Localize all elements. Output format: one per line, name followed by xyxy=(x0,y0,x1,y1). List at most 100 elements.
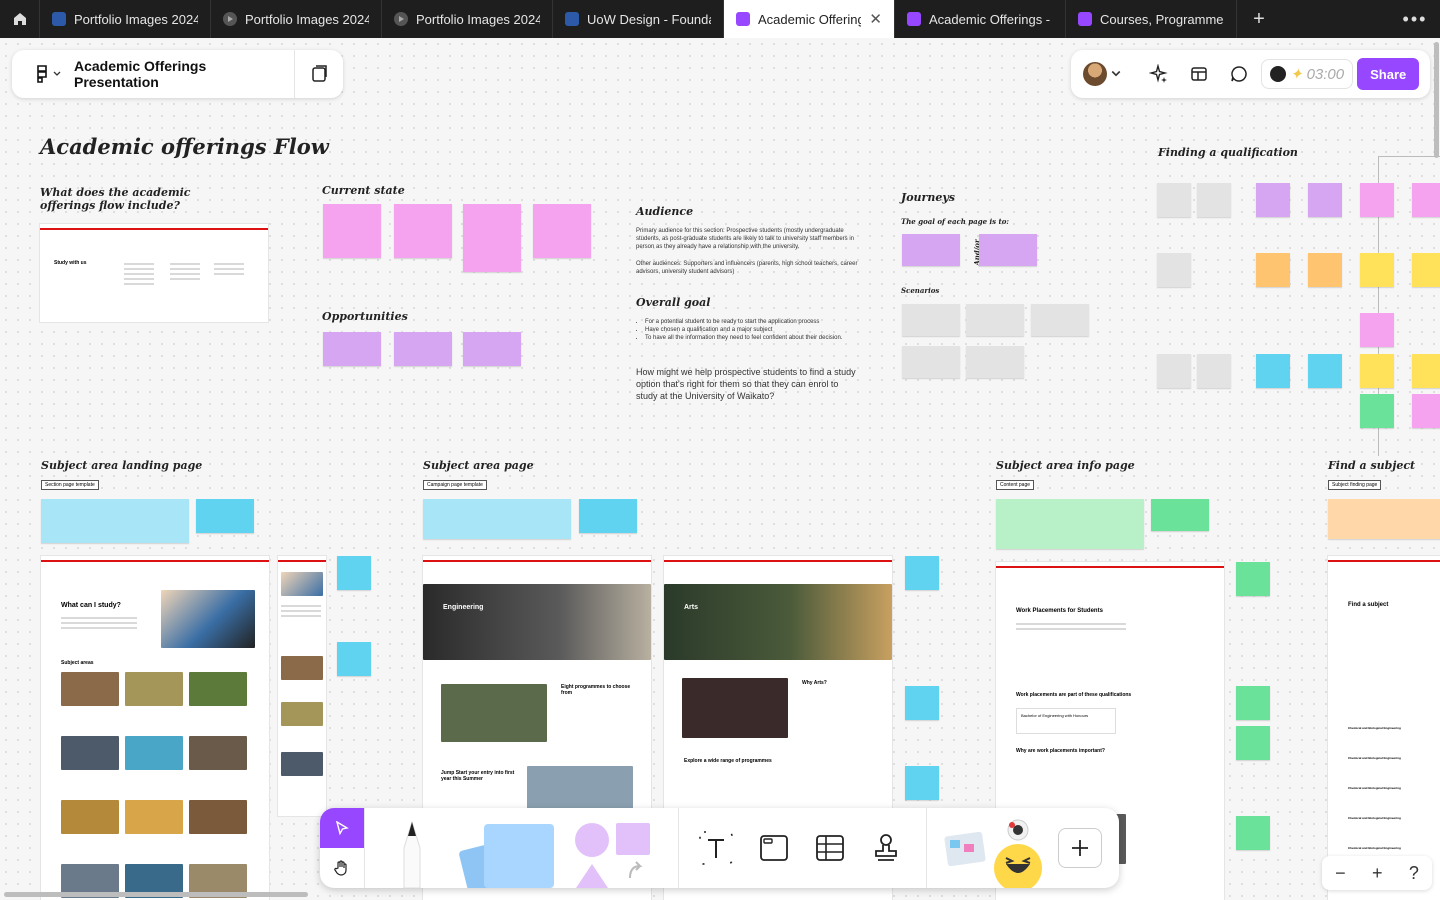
sticky-note[interactable] xyxy=(1360,313,1394,347)
sticky-note[interactable] xyxy=(337,642,371,676)
tab-academic-offerings-1[interactable]: Academic Offerings - 1 xyxy=(895,0,1066,38)
subject-image[interactable] xyxy=(189,800,247,834)
sticky-note[interactable] xyxy=(979,234,1037,266)
hand-tool-button[interactable] xyxy=(320,848,364,888)
subject-image[interactable] xyxy=(61,800,119,834)
subject-image[interactable] xyxy=(189,672,247,706)
main-menu-button[interactable] xyxy=(26,50,70,98)
tab-portfolio-images-3[interactable]: Portfolio Images 2024 xyxy=(382,0,553,38)
tab-courses-programmes[interactable]: Courses, Programmes xyxy=(1066,0,1237,38)
mobile-frame[interactable] xyxy=(278,556,326,816)
sticky-note[interactable] xyxy=(1236,562,1270,596)
table-tool-button[interactable] xyxy=(808,828,852,868)
result-item[interactable]: Chemical and Biological Engineering xyxy=(1348,846,1401,850)
video-thumbnail[interactable] xyxy=(441,684,547,742)
sticky-note[interactable] xyxy=(463,332,521,366)
result-item[interactable]: Chemical and Biological Engineering xyxy=(1348,786,1401,790)
tab-portfolio-images-1[interactable]: Portfolio Images 2024 xyxy=(40,0,211,38)
sticky-note-tool-button[interactable] xyxy=(450,820,560,888)
sticky-note[interactable] xyxy=(337,556,371,590)
subject-image[interactable] xyxy=(61,672,119,706)
sticky-note[interactable] xyxy=(533,204,591,258)
close-icon[interactable]: ✕ xyxy=(869,10,882,28)
sticky-note[interactable] xyxy=(905,766,939,800)
subject-image[interactable] xyxy=(125,736,183,770)
move-tool-button[interactable] xyxy=(320,808,364,848)
table-view-button[interactable] xyxy=(1181,56,1217,92)
find-subject-frame[interactable]: Find a subject Chemical and Biological E… xyxy=(1328,556,1440,900)
subject-image[interactable] xyxy=(125,672,183,706)
sticky-note[interactable] xyxy=(1328,499,1440,539)
share-button[interactable]: Share xyxy=(1357,58,1420,90)
help-button[interactable]: ? xyxy=(1409,863,1419,884)
sticky-note[interactable] xyxy=(966,346,1024,378)
ai-actions-button[interactable] xyxy=(1141,56,1177,92)
sticky-note[interactable] xyxy=(1412,394,1440,428)
figjam-canvas[interactable]: Academic offerings Flow What does the ac… xyxy=(0,38,1440,900)
sticky-note[interactable] xyxy=(1412,253,1440,287)
sticky-note[interactable] xyxy=(966,304,1024,336)
zoom-out-button[interactable]: − xyxy=(1335,863,1346,884)
sticky-note[interactable] xyxy=(394,332,452,366)
horizontal-scrollbar[interactable] xyxy=(4,892,308,897)
sticky-note[interactable] xyxy=(1157,183,1191,217)
sticky-note[interactable] xyxy=(394,204,452,258)
sticky-note[interactable] xyxy=(1157,354,1191,388)
toggle-panel-button[interactable] xyxy=(295,65,343,83)
chevron-down-icon[interactable] xyxy=(1111,69,1121,79)
sticky-note[interactable] xyxy=(902,346,960,378)
section-tool-button[interactable] xyxy=(752,828,796,868)
more-tools-button[interactable] xyxy=(1058,828,1102,868)
sticky-note[interactable] xyxy=(1256,354,1290,388)
file-title[interactable]: Academic Offerings Presentation xyxy=(74,58,294,90)
avatar[interactable] xyxy=(1083,62,1107,86)
more-menu-button[interactable]: ••• xyxy=(1390,0,1440,38)
result-item[interactable]: Chemical and Biological Engineering xyxy=(1348,756,1401,760)
sticky-note[interactable] xyxy=(996,499,1144,549)
sticky-note[interactable] xyxy=(579,499,637,533)
sticky-note[interactable] xyxy=(1360,253,1394,287)
result-item[interactable]: Chemical and Biological Engineering xyxy=(1348,726,1401,730)
sticky-note[interactable] xyxy=(1236,686,1270,720)
home-button[interactable] xyxy=(0,0,40,38)
sticky-note[interactable] xyxy=(1236,816,1270,850)
sticky-note[interactable] xyxy=(902,304,960,336)
vertical-scrollbar[interactable] xyxy=(1434,42,1439,158)
sticky-note[interactable] xyxy=(902,234,960,266)
sticky-note[interactable] xyxy=(1308,183,1342,217)
sticky-note[interactable] xyxy=(423,499,571,539)
subject-image[interactable] xyxy=(61,736,119,770)
zoom-in-button[interactable]: + xyxy=(1372,863,1383,884)
sticky-note[interactable] xyxy=(323,204,381,258)
shape-tool-button[interactable] xyxy=(572,820,652,888)
sticky-note[interactable] xyxy=(1412,354,1440,388)
study-with-us-frame[interactable]: Study with us xyxy=(40,224,268,322)
sticky-note[interactable] xyxy=(1308,354,1342,388)
stamp-tool-button[interactable] xyxy=(864,828,908,868)
tab-academic-offerings[interactable]: Academic Offerings ✕ xyxy=(724,0,895,38)
sticky-note[interactable] xyxy=(1360,394,1394,428)
subject-image[interactable] xyxy=(189,736,247,770)
timer-button[interactable]: ✦ 03:00 xyxy=(1261,59,1354,89)
qualification-card[interactable]: Bachelor of Engineering with Honours xyxy=(1016,708,1116,734)
sticky-note[interactable] xyxy=(1151,499,1209,531)
sticky-note[interactable] xyxy=(905,556,939,590)
sticky-note[interactable] xyxy=(1360,354,1394,388)
sticky-note[interactable] xyxy=(1197,183,1231,217)
sticky-note[interactable] xyxy=(1236,726,1270,760)
sticky-note[interactable] xyxy=(1157,253,1191,287)
comments-button[interactable] xyxy=(1221,56,1257,92)
sticky-note[interactable] xyxy=(1197,354,1231,388)
sticky-note[interactable] xyxy=(1031,304,1089,336)
sticky-note[interactable] xyxy=(1256,183,1290,217)
result-item[interactable]: Chemical and Biological Engineering xyxy=(1348,816,1401,820)
tab-portfolio-images-2[interactable]: Portfolio Images 2024 xyxy=(211,0,382,38)
sticky-note[interactable] xyxy=(905,686,939,720)
sticky-note[interactable] xyxy=(1308,253,1342,287)
sticky-note[interactable] xyxy=(1360,183,1394,217)
sticky-note[interactable] xyxy=(41,499,189,543)
text-tool-button[interactable] xyxy=(694,828,738,868)
subject-image[interactable] xyxy=(125,800,183,834)
new-tab-button[interactable]: + xyxy=(1237,0,1281,38)
marker-tool-button[interactable] xyxy=(390,818,434,888)
